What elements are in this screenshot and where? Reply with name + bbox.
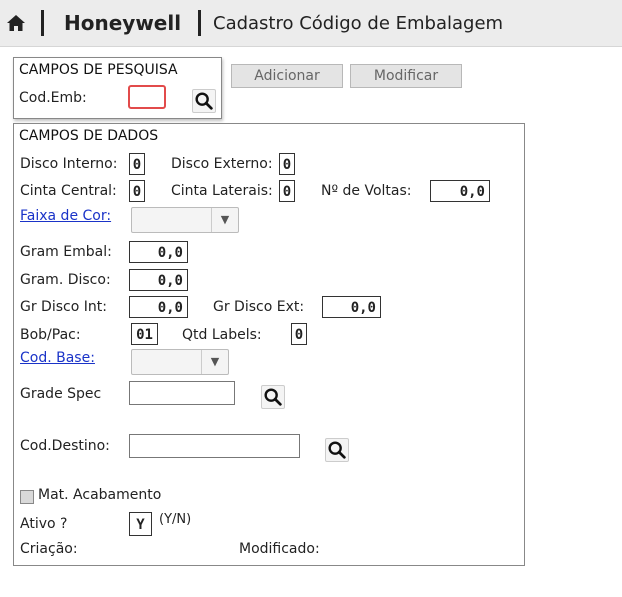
modify-button[interactable]: Modificar [350,64,462,88]
search-icon [328,441,346,459]
chevron-down-icon: ▼ [211,208,238,232]
data-panel: CAMPOS DE DADOS Disco Interno: 0 Disco E… [13,123,525,566]
ativo-input[interactable]: Y [129,512,152,536]
faixa-cor-link[interactable]: Faixa de Cor: [20,208,111,224]
page-title: Cadastro Código de Embalagem [213,13,504,34]
search-cod-emb-button[interactable] [192,89,216,113]
cinta-laterais-label: Cinta Laterais: [171,183,273,199]
grade-spec-input[interactable] [129,381,235,405]
brand-name: Honeywell [64,11,182,35]
faixa-cor-select[interactable]: ▼ [131,207,239,233]
bob-pac-input[interactable]: 01 [131,323,158,345]
gram-disco-input[interactable]: 0,0 [129,269,188,291]
gram-embal-input[interactable]: 0,0 [129,241,188,263]
cod-destino-input[interactable] [129,434,300,458]
gr-disco-ext-input[interactable]: 0,0 [322,296,381,318]
search-icon [195,92,213,110]
cod-destino-label: Cod.Destino: [20,438,110,454]
disco-externo-input[interactable]: 0 [279,153,295,175]
grade-spec-label: Grade Spec [20,386,102,402]
qtd-labels-label: Qtd Labels: [182,327,262,343]
cod-emb-label: Cod.Emb: [19,90,87,106]
search-grade-spec-button[interactable] [261,385,285,409]
modificado-label: Modificado: [239,541,320,557]
search-cod-destino-button[interactable] [325,438,349,462]
top-bar: Honeywell Cadastro Código de Embalagem [0,0,622,47]
disco-interno-label: Disco Interno: [20,156,118,172]
cinta-laterais-input[interactable]: 0 [279,180,295,202]
mat-acabamento-label: Mat. Acabamento [38,487,162,503]
n-voltas-input[interactable]: 0,0 [430,180,490,202]
gr-disco-int-label: Gr Disco Int: [20,299,107,315]
data-section-title: CAMPOS DE DADOS [19,128,159,144]
add-button[interactable]: Adicionar [231,64,343,88]
search-panel: CAMPOS DE PESQUISA Cod.Emb: [13,57,222,119]
chevron-down-icon: ▼ [201,350,228,374]
cod-emb-input[interactable] [128,85,166,109]
gr-disco-int-input[interactable]: 0,0 [129,296,188,318]
search-icon [264,388,282,406]
gram-embal-label: Gram Embal: [20,244,112,260]
ativo-label: Ativo ? [20,516,68,532]
header-separator [198,10,201,36]
disco-interno-input[interactable]: 0 [129,153,145,175]
mat-acabamento-checkbox[interactable] [20,490,34,504]
criacao-label: Criação: [20,541,78,557]
gram-disco-label: Gram. Disco: [20,272,111,288]
cod-base-link[interactable]: Cod. Base: [20,350,95,366]
ativo-hint: (Y/N) [159,512,192,527]
n-voltas-label: Nº de Voltas: [321,183,412,199]
cinta-central-input[interactable]: 0 [129,180,145,202]
cod-base-select[interactable]: ▼ [131,349,229,375]
gr-disco-ext-label: Gr Disco Ext: [213,299,305,315]
home-icon[interactable] [6,13,26,33]
disco-externo-label: Disco Externo: [171,156,273,172]
search-section-title: CAMPOS DE PESQUISA [19,62,178,78]
cinta-central-label: Cinta Central: [20,183,117,199]
header-separator [41,10,44,36]
bob-pac-label: Bob/Pac: [20,327,81,343]
qtd-labels-input[interactable]: 0 [291,323,307,345]
